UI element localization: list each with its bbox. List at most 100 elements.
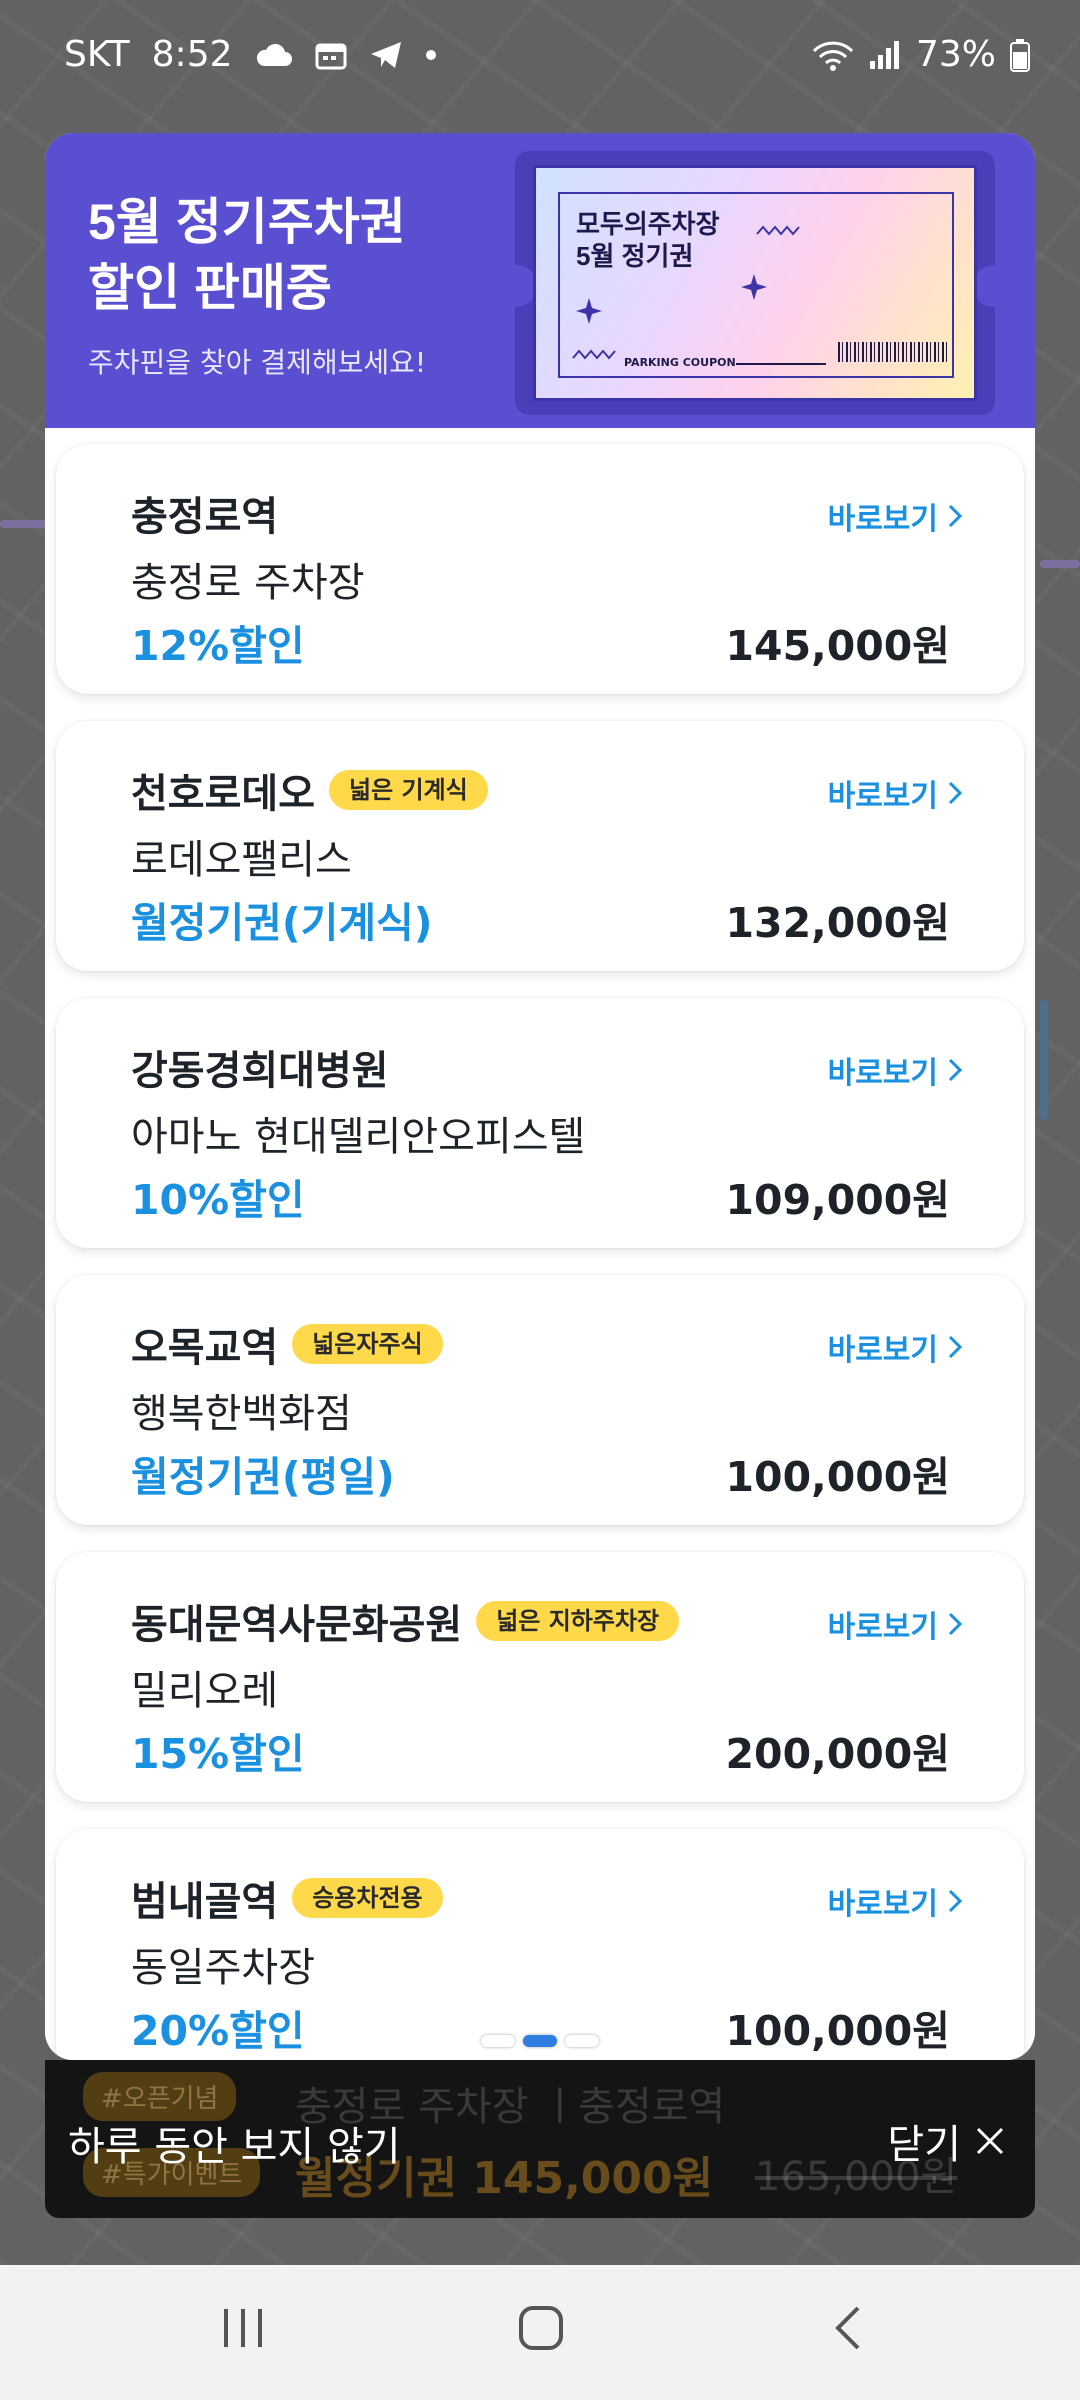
view-button[interactable]: 바로보기 bbox=[828, 1879, 962, 1923]
ticket-notch bbox=[495, 265, 537, 307]
deal-label: 월정기권(평일) bbox=[131, 1453, 395, 1501]
home-icon[interactable] bbox=[518, 2305, 564, 2351]
sparkle-icon bbox=[741, 274, 767, 300]
feature-badge: 넓은 지하주차장 bbox=[476, 1601, 680, 1641]
price-label: 200,000원 bbox=[725, 1730, 950, 1778]
parking-card[interactable]: 동대문역사문화공원 넓은 지하주차장 바로보기 밀리오레 15%할인 200,00… bbox=[56, 1552, 1024, 1802]
price-label: 132,000원 bbox=[725, 899, 950, 947]
hide-today-button[interactable]: 하루 동안 보지 않기 bbox=[68, 2114, 401, 2172]
ticket-coupon-label: PARKING COUPON bbox=[624, 356, 736, 369]
page-indicator bbox=[481, 2035, 599, 2047]
chevron-right-icon bbox=[948, 504, 962, 528]
map-road bbox=[1040, 1000, 1048, 1120]
map-road bbox=[1040, 560, 1080, 568]
deal-label: 15%할인 bbox=[131, 1730, 305, 1778]
station-name: 범내골역 승용차전용 bbox=[131, 1869, 443, 1927]
station-label: 충정로역 bbox=[131, 494, 279, 540]
telegram-icon bbox=[369, 40, 403, 70]
zigzag-icon bbox=[572, 349, 616, 360]
chevron-right-icon bbox=[948, 1612, 962, 1636]
deal-label: 12%할인 bbox=[131, 622, 305, 670]
banner-title: 5월 정기주차권 할인 판매중 bbox=[88, 194, 406, 316]
station-name: 오목교역 넓은자주식 bbox=[131, 1315, 443, 1373]
view-button[interactable]: 바로보기 bbox=[828, 771, 962, 815]
battery-level: 73% bbox=[915, 34, 996, 75]
view-button[interactable]: 바로보기 bbox=[828, 1048, 962, 1092]
view-label: 바로보기 bbox=[827, 1056, 938, 1091]
page-dot bbox=[481, 2035, 515, 2047]
chevron-right-icon bbox=[948, 781, 962, 805]
view-label: 바로보기 bbox=[827, 1333, 938, 1368]
map-road bbox=[0, 520, 50, 528]
battery-icon bbox=[1010, 38, 1030, 72]
lot-name: 동일주차장 bbox=[131, 1945, 315, 1991]
price-label: 109,000원 bbox=[725, 1176, 950, 1224]
wifi-icon bbox=[812, 39, 854, 71]
deal-label: 10%할인 bbox=[131, 1176, 305, 1224]
view-label: 바로보기 bbox=[827, 1610, 938, 1645]
ticket-notch bbox=[973, 265, 1015, 307]
zigzag-icon bbox=[756, 225, 800, 236]
modal-footer: #오픈기념 충정로 주차장 ㅣ충정로역 #특가이벤트 월정기권 145,000원… bbox=[45, 2060, 1035, 2218]
parking-list: 충정로역 바로보기 충정로 주차장 12%할인 145,000원 천호로데오넓은… bbox=[45, 428, 1035, 2060]
chevron-right-icon bbox=[948, 1335, 962, 1359]
station-label: 천호로데오 bbox=[131, 771, 315, 817]
banner-subtitle: 주차핀을 찾아 결제해보세요! bbox=[88, 346, 427, 379]
view-label: 바로보기 bbox=[827, 502, 938, 537]
close-label: 닫기 bbox=[887, 2122, 961, 2168]
parking-card[interactable]: 오목교역 넓은자주식 바로보기 행복한백화점 월정기권(평일) 100,000원 bbox=[56, 1275, 1024, 1525]
ticket-face: 모두의주차장 5월 정기권 PARKING COUPON bbox=[533, 165, 977, 401]
parking-card[interactable]: 천호로데오 넓은 기계식 바로보기 로데오팰리스 월정기권(기계식) 132,00… bbox=[56, 721, 1024, 971]
view-button[interactable]: 바로보기 bbox=[828, 494, 962, 538]
view-button[interactable]: 바로보기 bbox=[828, 1325, 962, 1369]
carrier-label: SKT bbox=[64, 34, 130, 75]
station-name: 강동경희대병원 bbox=[131, 1038, 389, 1096]
chevron-right-icon bbox=[948, 1889, 962, 1913]
price-label: 100,000원 bbox=[725, 2007, 950, 2055]
lot-name: 충정로 주차장 bbox=[131, 560, 365, 606]
calendar-icon bbox=[315, 40, 347, 70]
page-dot bbox=[565, 2035, 599, 2047]
close-button[interactable]: 닫기 bbox=[887, 2112, 1005, 2170]
deal-label: 월정기권(기계식) bbox=[131, 899, 433, 947]
station-label: 강동경희대병원 bbox=[131, 1048, 389, 1094]
feature-badge: 넓은자주식 bbox=[292, 1324, 443, 1364]
parking-card[interactable]: 충정로역 바로보기 충정로 주차장 12%할인 145,000원 bbox=[56, 444, 1024, 694]
sparkle-icon bbox=[576, 298, 602, 324]
ticket-title: 모두의주차장 5월 정기권 bbox=[576, 209, 720, 271]
signal-icon bbox=[868, 39, 902, 71]
back-icon[interactable] bbox=[826, 2305, 872, 2351]
recent-apps-icon[interactable] bbox=[220, 2305, 266, 2351]
view-button[interactable]: 바로보기 bbox=[828, 1602, 962, 1646]
lot-name: 밀리오레 bbox=[131, 1668, 279, 1714]
status-bar: SKT 8:52 73% bbox=[0, 0, 1080, 110]
feature-badge: 넓은 기계식 bbox=[329, 770, 488, 810]
barcode-icon bbox=[838, 342, 948, 362]
promo-banner: 5월 정기주차권 할인 판매중 주차핀을 찾아 결제해보세요! 모두의주차장 5… bbox=[45, 133, 1035, 428]
lot-name: 행복한백화점 bbox=[131, 1391, 352, 1437]
view-label: 바로보기 bbox=[827, 1887, 938, 1922]
station-name: 천호로데오 넓은 기계식 bbox=[131, 761, 488, 819]
view-label: 바로보기 bbox=[827, 779, 938, 814]
price-label: 145,000원 bbox=[725, 622, 950, 670]
cloud-icon bbox=[255, 42, 293, 68]
lot-name: 로데오팰리스 bbox=[131, 837, 352, 883]
lot-name: 아마노 현대델리안오피스텔 bbox=[131, 1114, 586, 1160]
clock: 8:52 bbox=[151, 34, 233, 75]
station-label: 동대문역사문화공원 bbox=[131, 1602, 463, 1648]
chevron-right-icon bbox=[948, 1058, 962, 1082]
ticket-illustration: 모두의주차장 5월 정기권 PARKING COUPON bbox=[495, 151, 1015, 415]
feature-badge: 승용차전용 bbox=[292, 1878, 443, 1918]
station-name: 동대문역사문화공원 넓은 지하주차장 bbox=[131, 1592, 680, 1650]
station-label: 오목교역 bbox=[131, 1325, 279, 1371]
page-dot-active bbox=[523, 2035, 557, 2047]
deal-label: 20%할인 bbox=[131, 2007, 305, 2055]
station-label: 범내골역 bbox=[131, 1879, 279, 1925]
station-name: 충정로역 bbox=[131, 484, 278, 542]
ticket-line bbox=[736, 363, 826, 365]
system-nav-bar bbox=[0, 2265, 1080, 2400]
parking-card[interactable]: 범내골역 승용차전용 바로보기 동일주차장 20%할인 100,000원 bbox=[56, 1829, 1024, 2060]
parking-card[interactable]: 강동경희대병원 바로보기 아마노 현대델리안오피스텔 10%할인 109,000… bbox=[56, 998, 1024, 1248]
promo-modal: 5월 정기주차권 할인 판매중 주차핀을 찾아 결제해보세요! 모두의주차장 5… bbox=[45, 133, 1035, 2060]
price-label: 100,000원 bbox=[725, 1453, 950, 1501]
